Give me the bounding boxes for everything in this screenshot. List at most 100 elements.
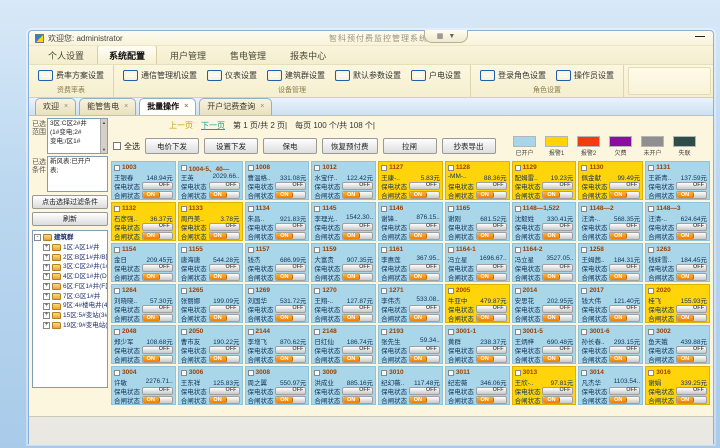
hezha-toggle[interactable]: ON [676,191,707,199]
hezha-toggle[interactable]: ON [275,232,306,240]
card-checkbox[interactable] [114,288,120,294]
baodian-toggle[interactable]: OFF [676,305,707,313]
card-checkbox[interactable] [381,329,387,335]
tree-node[interactable]: + 6区:F区1#井(F区 [34,282,106,292]
toolbar-button[interactable]: 保电 [263,138,317,154]
card-checkbox[interactable] [181,165,187,171]
ribbon-button[interactable]: 建筑群设置 [262,68,330,83]
meter-card[interactable]: 3014 凡杰华 1103.54.. 保电状态 OFF 合闸状态 ON [578,366,643,405]
card-checkbox[interactable] [515,247,521,253]
card-checkbox[interactable] [314,288,320,294]
card-checkbox[interactable] [448,206,454,212]
toolbar-button[interactable]: 抄表导出 [442,138,496,154]
choose-filter-button[interactable]: 点击选择过滤条件 [32,195,108,209]
baodian-toggle[interactable]: OFF [609,346,640,354]
meter-card[interactable]: 1008 曹温格.. 331.08元 保电状态 OFF 合闸状态 ON [245,161,310,200]
baodian-toggle[interactable]: OFF [542,305,573,313]
card-checkbox[interactable] [181,288,187,294]
baodian-toggle[interactable]: OFF [342,305,373,313]
meter-card[interactable]: 2048 郑少军 108.68元 保电状态 OFF 合闸状态 ON [111,325,176,364]
hezha-toggle[interactable]: ON [342,314,373,322]
card-checkbox[interactable] [314,370,320,376]
meter-card[interactable]: 3016 谢娟 339.25元 保电状态 OFF 合闸状态 ON [645,366,710,405]
card-checkbox[interactable] [114,329,120,335]
baodian-toggle[interactable]: OFF [342,387,373,395]
baodian-toggle[interactable]: OFF [609,223,640,231]
meter-card[interactable]: 3004 许敏 2276.71.. 保电状态 OFF 合闸状态 ON [111,366,176,405]
card-checkbox[interactable] [448,288,454,294]
hezha-toggle[interactable]: ON [209,232,240,240]
meter-card[interactable]: 2148 日红仙 186.74元 保电状态 OFF 合闸状态 ON [311,325,376,364]
card-checkbox[interactable] [448,247,454,253]
baodian-toggle[interactable]: OFF [476,182,507,190]
hezha-toggle[interactable]: ON [476,191,507,199]
meter-card[interactable]: 1148—1,522 沈毅姓 330.41元 保电状态 OFF 合闸状态 ON [512,202,577,241]
baodian-toggle[interactable]: OFF [676,182,707,190]
card-checkbox[interactable] [648,370,654,376]
hezha-toggle[interactable]: ON [409,191,440,199]
hezha-toggle[interactable]: ON [609,314,640,322]
minimize-button[interactable]: — [695,32,705,42]
card-checkbox[interactable] [248,206,254,212]
expand-icon[interactable]: + [43,273,50,280]
baodian-toggle[interactable]: OFF [609,264,640,272]
hezha-toggle[interactable]: ON [209,191,240,199]
meter-card[interactable]: 2193 张先生 59.34.. 保电状态 OFF 合闸状态 ON [378,325,443,364]
hezha-toggle[interactable]: ON [476,273,507,281]
card-checkbox[interactable] [381,165,387,171]
hezha-toggle[interactable]: ON [609,396,640,404]
baodian-toggle[interactable]: OFF [542,182,573,190]
card-checkbox[interactable] [114,165,120,171]
meter-card[interactable]: 1265 张丽娜 199.09元 保电状态 OFF 合闸状态 ON [178,284,243,323]
card-checkbox[interactable] [181,206,187,212]
card-checkbox[interactable] [314,329,320,335]
hezha-toggle[interactable]: ON [542,314,573,322]
meter-card[interactable]: 1164-1 冯立星 1696.67.. 保电状态 OFF 合闸状态 ON [445,243,510,282]
card-checkbox[interactable] [248,370,254,376]
meter-card[interactable]: 1128 -MM-.. 88.36元 保电状态 OFF 合闸状态 ON [445,161,510,200]
meter-card[interactable]: 1263 钱妹雪.. 184.45元 保电状态 OFF 合闸状态 ON [645,243,710,282]
document-tab[interactable]: 开户记费查询 × [199,98,272,115]
card-checkbox[interactable] [314,206,320,212]
hezha-toggle[interactable]: ON [342,396,373,404]
hezha-toggle[interactable]: ON [542,273,573,281]
card-checkbox[interactable] [114,247,120,253]
card-checkbox[interactable] [181,370,187,376]
meter-card[interactable]: 2050 曹市友 190.22元 保电状态 OFF 合闸状态 ON [178,325,243,364]
baodian-toggle[interactable]: OFF [209,387,240,395]
collapse-icon[interactable]: - [34,234,41,241]
baodian-toggle[interactable]: OFF [342,264,373,272]
hezha-toggle[interactable]: ON [409,314,440,322]
card-checkbox[interactable] [581,329,587,335]
hezha-toggle[interactable]: ON [476,396,507,404]
toolbar-button[interactable]: 设置下发 [204,138,258,154]
card-checkbox[interactable] [515,370,521,376]
ribbon-button[interactable]: 操作员设置 [551,68,619,83]
refresh-button[interactable]: 刷新 [32,212,108,226]
meter-card[interactable]: 2144 李增飞 870.62元 保电状态 OFF 合闸状态 ON [245,325,310,364]
baodian-toggle[interactable]: OFF [275,223,306,231]
meter-card[interactable]: 1271 李伟杰 533.08.. 保电状态 OFF 合闸状态 ON [378,284,443,323]
card-checkbox[interactable] [515,329,521,335]
ribbon-button[interactable]: 费率方案设置 [33,68,109,83]
menu-tab[interactable]: 报表中心 [279,46,337,64]
meter-card[interactable]: 3002 鱼天娥 439.88元 保电状态 OFF 合闸状态 ON [645,325,710,364]
meter-card[interactable]: 1003 王银春 148.94元 保电状态 OFF 合闸状态 ON [111,161,176,200]
hezha-toggle[interactable]: ON [142,191,173,199]
card-checkbox[interactable] [581,247,587,253]
expand-icon[interactable]: + [43,283,50,290]
hezha-toggle[interactable]: ON [409,232,440,240]
hezha-toggle[interactable]: ON [142,232,173,240]
baodian-toggle[interactable]: OFF [209,182,240,190]
tree-node[interactable]: + 1区:A区1#井 [34,243,106,253]
baodian-toggle[interactable]: OFF [542,223,573,231]
meter-card[interactable]: 3008 周之翼 550.97元 保电状态 OFF 合闸状态 ON [245,366,310,405]
baodian-toggle[interactable]: OFF [409,223,440,231]
card-checkbox[interactable] [448,165,454,171]
card-checkbox[interactable] [114,370,120,376]
card-checkbox[interactable] [581,288,587,294]
meter-card[interactable]: 1129 配姆雷.. 19.23元 保电状态 OFF 合闸状态 ON [512,161,577,200]
meter-card[interactable]: 1164-2 冯立星 3527.05.. 保电状态 OFF 合闸状态 ON [512,243,577,282]
meter-card[interactable]: 3009 洪成业 885.16元 保电状态 OFF 合闸状态 ON [311,366,376,405]
meter-card[interactable]: 1127 王康-.. 5.83元 保电状态 OFF 合闸状态 ON [378,161,443,200]
